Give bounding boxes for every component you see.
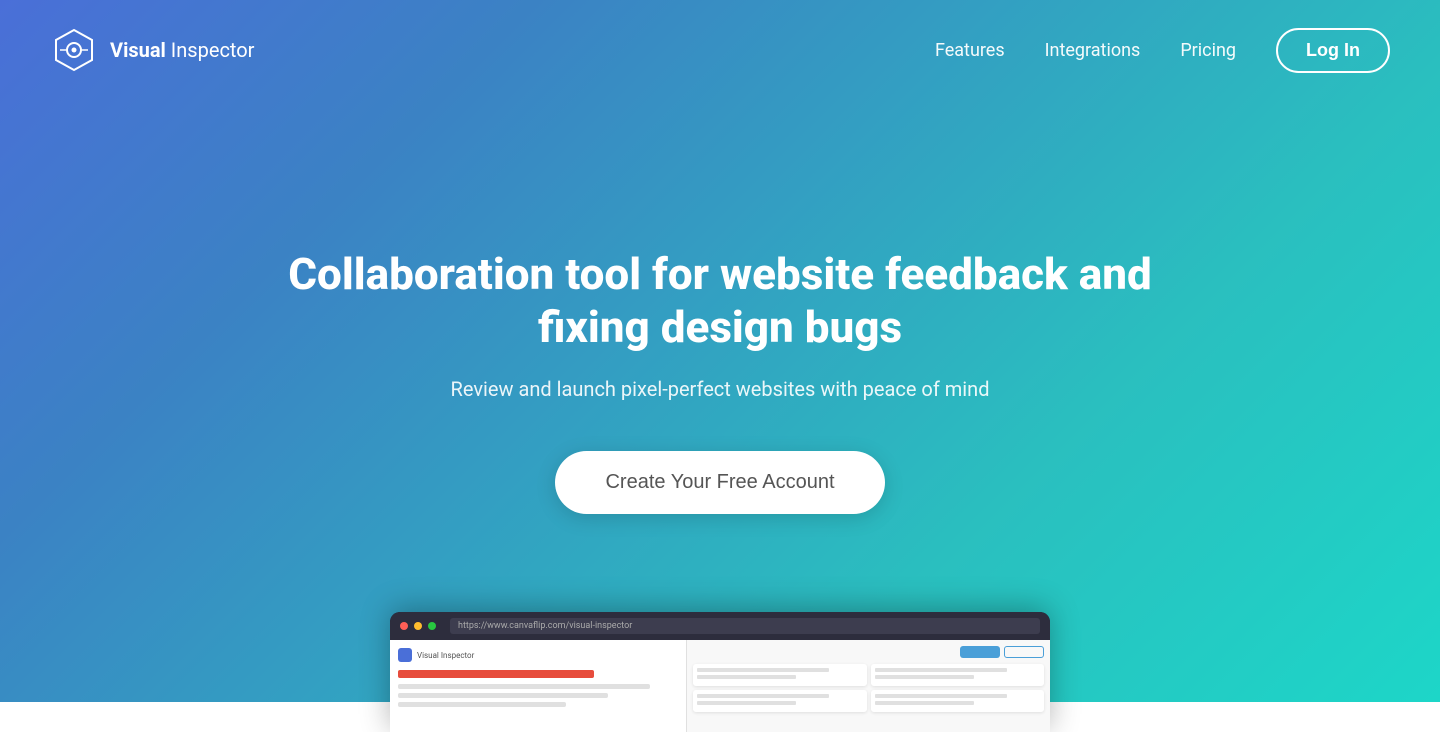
browser-dot-yellow bbox=[414, 622, 422, 630]
browser-address-bar: https://www.canvaflip.com/visual-inspect… bbox=[450, 618, 1040, 634]
browser-btn-collaborate bbox=[1004, 646, 1044, 658]
nav-links: Features Integrations Pricing Log In bbox=[935, 28, 1390, 73]
cta-button[interactable]: Create Your Free Account bbox=[555, 451, 884, 514]
nav-integrations[interactable]: Integrations bbox=[1045, 40, 1141, 61]
browser-content-lines bbox=[398, 684, 678, 707]
browser-logo-dot bbox=[398, 648, 412, 662]
browser-card-2 bbox=[871, 664, 1045, 686]
logo-icon bbox=[50, 26, 98, 74]
browser-dot-red bbox=[400, 622, 408, 630]
hero-section: Visual Inspector Features Integrations P… bbox=[0, 0, 1440, 702]
nav-pricing[interactable]: Pricing bbox=[1180, 40, 1236, 61]
hero-content: Collaboration tool for website feedback … bbox=[0, 80, 1440, 702]
browser-mockup: https://www.canvaflip.com/visual-inspect… bbox=[390, 612, 1050, 732]
logo[interactable]: Visual Inspector bbox=[50, 26, 254, 74]
browser-logo-area: Visual Inspector bbox=[398, 648, 678, 662]
browser-mockup-container: https://www.canvaflip.com/visual-inspect… bbox=[390, 612, 1050, 732]
browser-btn-share bbox=[960, 646, 1000, 658]
browser-left-panel: Visual Inspector bbox=[390, 640, 687, 732]
browser-line-1 bbox=[398, 684, 650, 689]
browser-logo-label: Visual Inspector bbox=[417, 651, 474, 660]
browser-dot-green bbox=[428, 622, 436, 630]
browser-red-bar bbox=[398, 670, 594, 678]
browser-line-3 bbox=[398, 702, 566, 707]
browser-card-4 bbox=[871, 690, 1045, 712]
hero-subheadline: Review and launch pixel-perfect websites… bbox=[451, 377, 990, 401]
browser-right-header bbox=[693, 646, 1044, 658]
logo-text: Visual Inspector bbox=[110, 38, 254, 62]
browser-card-1 bbox=[693, 664, 867, 686]
browser-right-content bbox=[693, 664, 1044, 712]
browser-address-text: https://www.canvaflip.com/visual-inspect… bbox=[458, 621, 632, 631]
nav-features[interactable]: Features bbox=[935, 40, 1005, 61]
browser-body: Visual Inspector bbox=[390, 640, 1050, 732]
browser-line-2 bbox=[398, 693, 608, 698]
hero-headline: Collaboration tool for website feedback … bbox=[270, 248, 1170, 354]
login-button[interactable]: Log In bbox=[1276, 28, 1390, 73]
browser-card-3 bbox=[693, 690, 867, 712]
browser-toolbar: https://www.canvaflip.com/visual-inspect… bbox=[390, 612, 1050, 640]
browser-right-panel bbox=[687, 640, 1050, 732]
